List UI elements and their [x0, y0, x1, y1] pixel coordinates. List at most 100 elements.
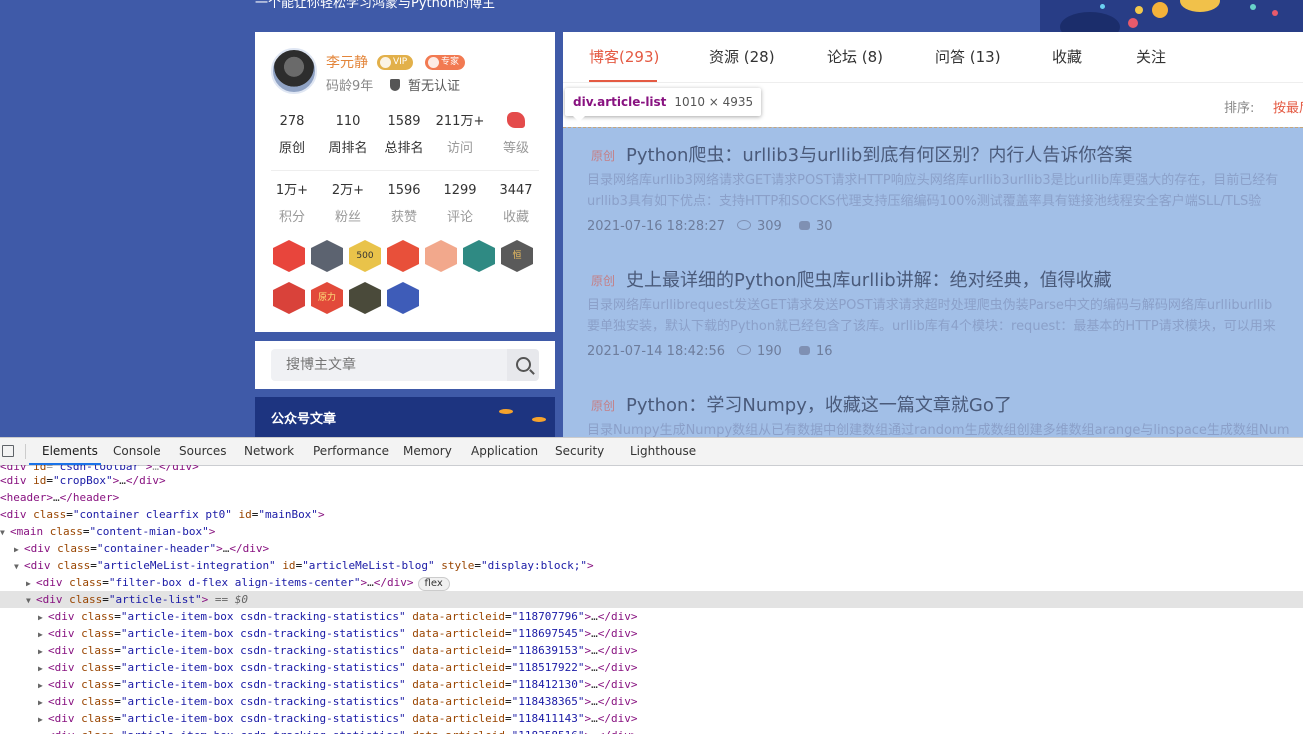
tab-network[interactable]: Network	[244, 444, 294, 458]
medal-icon[interactable]	[387, 240, 419, 272]
stat-level[interactable]: 等级	[488, 112, 544, 156]
avatar[interactable]	[271, 48, 317, 94]
stat-favorites: 3447 收藏	[488, 181, 544, 225]
banner-art	[1040, 0, 1303, 32]
expand-triangle-icon[interactable]: ▶	[38, 728, 48, 734]
medal-500-icon[interactable]: 500	[349, 240, 381, 272]
stat-fans[interactable]: 2万+ 粉丝	[320, 181, 376, 225]
tab-security[interactable]: Security	[555, 444, 604, 458]
dom-node[interactable]: ▶<div class="article-item-box csdn-track…	[38, 676, 1303, 693]
search-input[interactable]	[271, 349, 507, 381]
comment-icon	[799, 346, 810, 355]
dom-node[interactable]: ▶<div class="article-item-box csdn-track…	[38, 625, 1303, 642]
tab-sources[interactable]: Sources	[179, 444, 226, 458]
tab-memory[interactable]: Memory	[403, 444, 452, 458]
expand-triangle-icon[interactable]: ▶	[38, 609, 48, 626]
flex-badge[interactable]: flex	[417, 577, 450, 591]
collapse-triangle-icon[interactable]: ▼	[14, 558, 24, 575]
tab-qa[interactable]: 问答 (13)	[935, 46, 1001, 67]
medal-icon[interactable]	[273, 240, 305, 272]
sort-option[interactable]: 按最后	[1273, 97, 1303, 116]
medal-icon[interactable]	[425, 240, 457, 272]
dom-node[interactable]: ▶<div class="article-item-box csdn-track…	[38, 642, 1303, 659]
article-title[interactable]: Python：学习Numpy，收藏这一篇文章就Go了	[626, 391, 1012, 417]
comments-count: 16	[816, 344, 833, 359]
bird-icon	[532, 417, 546, 422]
expand-triangle-icon[interactable]: ▶	[38, 643, 48, 660]
article-summary: 目录Numpy生成Numpy数组从已有数据中创建数组通过random生成数组创建…	[587, 420, 1303, 437]
dom-node[interactable]: ▶<div class="article-item-box csdn-track…	[38, 608, 1303, 625]
expand-triangle-icon[interactable]: ▶	[14, 541, 24, 558]
article-title[interactable]: 史上最详细的Python爬虫库urllib讲解：绝对经典，值得收藏	[626, 266, 1112, 292]
banner-slogan: 一个能让你轻松学习鸿蒙与Python的博主	[255, 0, 496, 11]
comments-count: 30	[816, 219, 833, 234]
dom-node[interactable]: ▶ <div class="filter-box d-flex align-ite…	[26, 574, 1303, 591]
code-age: 码龄9年	[326, 79, 374, 94]
tooltip-selector: div.article-list	[573, 95, 667, 109]
search-button[interactable]	[507, 349, 539, 381]
stat-original[interactable]: 278 原创	[264, 112, 320, 156]
original-tag: 原创	[591, 149, 616, 163]
stat-week-rank[interactable]: 110 周排名	[320, 112, 376, 156]
tab-application[interactable]: Application	[471, 444, 538, 458]
expand-triangle-icon[interactable]: ▶	[26, 575, 36, 592]
rocket-medal-icon[interactable]	[387, 282, 419, 314]
username-link[interactable]: 李元静	[326, 52, 368, 72]
dom-node[interactable]: ▼ <main class="content-mian-box">	[0, 523, 1303, 540]
list-medal-icon[interactable]	[463, 240, 495, 272]
page-viewport: 一个能让你轻松学习鸿蒙与Python的博主 李元静 VIP 专家 码龄9年 暂无…	[0, 0, 1303, 437]
level-icon-wrap	[488, 112, 544, 132]
expand-triangle-icon[interactable]: ▶	[38, 694, 48, 711]
medal-icon[interactable]	[349, 282, 381, 314]
stat-total-rank[interactable]: 1589 总排名	[376, 112, 432, 156]
article-id: 118412130	[518, 678, 578, 691]
article-summary: 目录网络库urllib3网络请求GET请求POST请求HTTP响应头网络库url…	[587, 170, 1303, 212]
pen-medal-icon[interactable]	[273, 282, 305, 314]
tab-blog[interactable]: 博客(293)	[589, 46, 659, 67]
dom-node[interactable]: <div id="cropBox">…</div>	[0, 472, 1303, 489]
dom-node[interactable]: ▶<div class="article-item-box csdn-track…	[38, 693, 1303, 710]
dom-node[interactable]: ▶<div class="article-item-box csdn-track…	[38, 710, 1303, 727]
dom-node[interactable]: ▶ <div class="container-header">…</div>	[14, 540, 1303, 557]
tab-performance[interactable]: Performance	[313, 444, 389, 458]
tab-console[interactable]: Console	[113, 444, 161, 458]
article-views: 309	[737, 219, 782, 234]
expand-triangle-icon[interactable]: ▶	[38, 677, 48, 694]
dom-node[interactable]: ▶<div class="article-item-box csdn-track…	[38, 659, 1303, 676]
bird-icon	[499, 409, 513, 414]
tab-resources[interactable]: 资源 (28)	[709, 46, 775, 67]
divider	[271, 170, 539, 171]
dom-node[interactable]: <div class="container clearfix pt0" id="…	[0, 506, 1303, 523]
summary-line: 要单独安装，默认下载的Python就已经包含了该库。urllib库有4个模块：r…	[587, 319, 1276, 334]
article-summary: 目录网络库urllibrequest发送GET请求发送POST请求请求超时处理爬…	[587, 295, 1303, 337]
dom-node[interactable]: <header>…</header>	[0, 489, 1303, 506]
tab-favorites[interactable]: 收藏	[1052, 46, 1082, 67]
stat-label: 周排名	[328, 141, 368, 156]
expand-triangle-icon[interactable]: ▶	[38, 660, 48, 677]
collapse-triangle-icon[interactable]: ▼	[26, 592, 36, 609]
stat-value: 278	[279, 114, 305, 129]
expand-triangle-icon[interactable]: ▶	[38, 626, 48, 643]
inspect-element-icon[interactable]	[2, 445, 14, 457]
article-title[interactable]: Python爬虫：urllib3与urllib到底有何区别？内行人告诉你答案	[626, 141, 1132, 167]
yuanli-medal-icon[interactable]: 原力	[311, 282, 343, 314]
heng-medal-icon[interactable]: 恒	[501, 240, 533, 272]
collapse-triangle-icon[interactable]: ▼	[0, 524, 10, 541]
level-icon	[507, 112, 525, 128]
github-medal-icon[interactable]	[311, 240, 343, 272]
expand-triangle-icon[interactable]: ▶	[38, 711, 48, 728]
article-id: 118517922	[518, 661, 578, 674]
article-id: 118639153	[518, 644, 578, 657]
toolbar-separator	[25, 444, 26, 459]
article-id: 118707796	[518, 610, 578, 623]
dom-node[interactable]: ▼ <div class="articleMeList-integration" …	[14, 557, 1303, 574]
vip-label: VIP	[393, 57, 408, 67]
tab-following[interactable]: 关注	[1136, 46, 1166, 67]
wechat-articles-header: 公众号文章	[255, 397, 555, 437]
dom-node-selected[interactable]: ▼ <div class="article-list"> == $0	[0, 591, 1303, 608]
selected-marker: == $0	[214, 593, 248, 606]
tab-lighthouse[interactable]: Lighthouse	[630, 444, 696, 458]
tab-elements[interactable]: Elements	[42, 444, 98, 458]
tab-forum[interactable]: 论坛 (8)	[827, 46, 883, 67]
sort-label: 排序:	[1224, 101, 1255, 116]
